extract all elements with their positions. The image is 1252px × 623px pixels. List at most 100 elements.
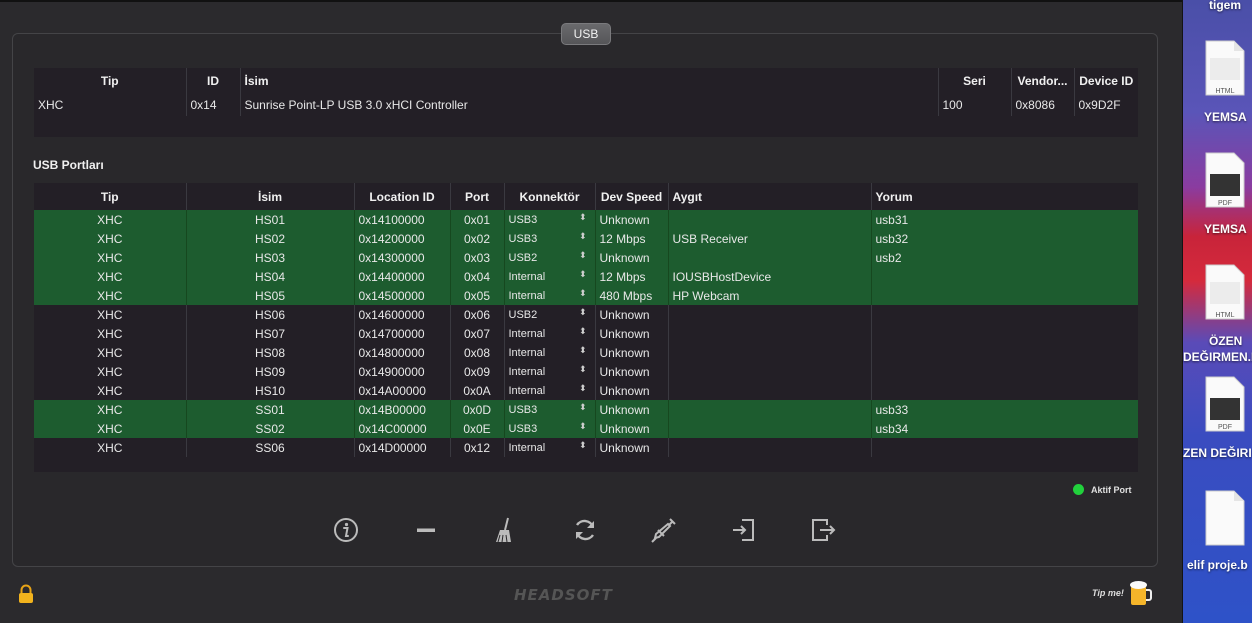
legend: Aktif Port bbox=[1073, 484, 1132, 495]
ports-header-konnektor[interactable]: Konnektör bbox=[504, 183, 596, 210]
port-tip: XHC bbox=[34, 248, 187, 267]
desktop-label[interactable]: YEMSA bbox=[1204, 222, 1247, 236]
port-tip: XHC bbox=[34, 438, 187, 457]
html-file-icon[interactable]: HTML bbox=[1204, 264, 1246, 320]
tab-usb[interactable]: USB bbox=[561, 23, 611, 45]
port-comment[interactable]: usb34 bbox=[871, 419, 1138, 438]
port-connector[interactable]: Internal ⬍ bbox=[504, 324, 596, 343]
popup-arrows-icon[interactable]: ⬍ bbox=[579, 269, 587, 280]
port-row[interactable]: XHC HS06 0x14600000 0x06 USB2 ⬍ Unknown bbox=[34, 305, 1138, 324]
popup-arrows-icon[interactable]: ⬍ bbox=[579, 307, 587, 318]
port-row[interactable]: XHC HS05 0x14500000 0x05 Internal ⬍ 480 Mbps HP… bbox=[34, 286, 1138, 305]
ports-header-location-id[interactable]: Location ID bbox=[354, 183, 451, 210]
column-header-device-id[interactable]: Device ID bbox=[1074, 68, 1138, 94]
controller-row[interactable]: XHC 0x14 Sunrise Point-LP USB 3.0 xHCI C… bbox=[34, 94, 1138, 116]
port-connector[interactable]: Internal ⬍ bbox=[504, 438, 596, 457]
port-number: 0x09 bbox=[450, 362, 505, 381]
refresh-button[interactable] bbox=[571, 516, 599, 544]
port-comment[interactable] bbox=[871, 267, 1138, 286]
port-location-id: 0x14400000 bbox=[354, 267, 451, 286]
desktop-label[interactable]: ZEN DEĞIRI bbox=[1183, 446, 1252, 460]
port-device bbox=[668, 305, 872, 324]
port-connector[interactable]: Internal ⬍ bbox=[504, 286, 596, 305]
export-button[interactable] bbox=[809, 516, 837, 544]
remove-button[interactable] bbox=[412, 516, 440, 544]
port-connector[interactable]: USB3 ⬍ bbox=[504, 210, 596, 229]
pdf-file-icon[interactable]: PDF bbox=[1204, 152, 1246, 208]
popup-arrows-icon[interactable]: ⬍ bbox=[579, 402, 587, 413]
popup-arrows-icon[interactable]: ⬍ bbox=[579, 383, 587, 394]
popup-arrows-icon[interactable]: ⬍ bbox=[579, 231, 587, 242]
desktop-label[interactable]: ÖZEN bbox=[1209, 334, 1242, 348]
port-comment[interactable] bbox=[871, 438, 1138, 457]
port-row[interactable]: XHC HS09 0x14900000 0x09 Internal ⬍ Unknown bbox=[34, 362, 1138, 381]
port-row[interactable]: XHC HS01 0x14100000 0x01 USB3 ⬍ Unknown usb31 bbox=[34, 210, 1138, 229]
port-comment[interactable]: usb31 bbox=[871, 210, 1138, 229]
port-comment[interactable]: usb2 bbox=[871, 248, 1138, 267]
port-tip: XHC bbox=[34, 343, 187, 362]
port-connector[interactable]: USB2 ⬍ bbox=[504, 248, 596, 267]
ports-header-tip[interactable]: Tip bbox=[34, 183, 187, 210]
port-row[interactable]: XHC HS04 0x14400000 0x04 Internal ⬍ 12 Mbps IOU… bbox=[34, 267, 1138, 286]
tip-me-label[interactable]: Tip me! bbox=[1092, 588, 1124, 598]
ports-header-dev-speed[interactable]: Dev Speed bbox=[595, 183, 669, 210]
port-row[interactable]: XHC SS06 0x14D00000 0x12 Internal ⬍ Unknown bbox=[34, 438, 1138, 457]
popup-arrows-icon[interactable]: ⬍ bbox=[579, 288, 587, 299]
port-comment[interactable]: usb33 bbox=[871, 400, 1138, 419]
port-connector[interactable]: USB3 ⬍ bbox=[504, 229, 596, 248]
column-header-isim[interactable]: İsim bbox=[240, 68, 939, 94]
port-row[interactable]: XHC HS07 0x14700000 0x07 Internal ⬍ Unknown bbox=[34, 324, 1138, 343]
popup-arrows-icon[interactable]: ⬍ bbox=[579, 326, 587, 337]
beer-icon[interactable] bbox=[1128, 579, 1154, 607]
port-row[interactable]: XHC HS03 0x14300000 0x03 USB2 ⬍ Unknown usb2 bbox=[34, 248, 1138, 267]
port-row[interactable]: XHC SS01 0x14B00000 0x0D USB3 ⬍ Unknown usb33 bbox=[34, 400, 1138, 419]
connector-value: Internal bbox=[508, 441, 546, 454]
port-comment[interactable] bbox=[871, 381, 1138, 400]
popup-arrows-icon[interactable]: ⬍ bbox=[579, 212, 587, 223]
ports-header-port[interactable]: Port bbox=[450, 183, 505, 210]
port-connector[interactable]: Internal ⬍ bbox=[504, 267, 596, 286]
port-comment[interactable] bbox=[871, 324, 1138, 343]
port-comment[interactable] bbox=[871, 343, 1138, 362]
desktop-label[interactable]: elif proje.b bbox=[1187, 558, 1248, 572]
import-button[interactable] bbox=[730, 516, 758, 544]
port-comment[interactable] bbox=[871, 286, 1138, 305]
clear-button[interactable] bbox=[491, 516, 519, 544]
port-comment[interactable] bbox=[871, 362, 1138, 381]
port-row[interactable]: XHC HS08 0x14800000 0x08 Internal ⬍ Unknown bbox=[34, 343, 1138, 362]
port-comment[interactable]: usb32 bbox=[871, 229, 1138, 248]
popup-arrows-icon[interactable]: ⬍ bbox=[579, 364, 587, 375]
column-header-seri[interactable]: Seri bbox=[938, 68, 1012, 94]
popup-arrows-icon[interactable]: ⬍ bbox=[579, 345, 587, 356]
port-connector[interactable]: USB3 ⬍ bbox=[504, 419, 596, 438]
column-header-id[interactable]: ID bbox=[186, 68, 241, 94]
port-connector[interactable]: USB2 ⬍ bbox=[504, 305, 596, 324]
port-connector[interactable]: Internal ⬍ bbox=[504, 362, 596, 381]
desktop-label[interactable]: YEMSA bbox=[1204, 110, 1247, 124]
ports-header-aygit[interactable]: Aygıt bbox=[668, 183, 872, 210]
ports-header-yorum[interactable]: Yorum bbox=[871, 183, 1138, 210]
document-file-icon[interactable] bbox=[1204, 490, 1246, 546]
pdf-file-icon[interactable]: PDF bbox=[1204, 376, 1246, 432]
popup-arrows-icon[interactable]: ⬍ bbox=[579, 440, 587, 451]
popup-arrows-icon[interactable]: ⬍ bbox=[579, 421, 587, 432]
port-connector[interactable]: Internal ⬍ bbox=[504, 343, 596, 362]
html-file-icon[interactable]: HTML bbox=[1204, 40, 1246, 96]
desktop-label[interactable]: tigem bbox=[1209, 0, 1241, 12]
info-button[interactable] bbox=[332, 516, 360, 544]
port-row[interactable]: XHC HS02 0x14200000 0x02 USB3 ⬍ 12 Mbps USB Rec… bbox=[34, 229, 1138, 248]
column-header-tip[interactable]: Tip bbox=[34, 68, 187, 94]
lock-icon[interactable] bbox=[17, 584, 35, 604]
ports-header-isim[interactable]: İsim bbox=[186, 183, 355, 210]
popup-arrows-icon[interactable]: ⬍ bbox=[579, 250, 587, 261]
column-header-vendor[interactable]: Vendor... bbox=[1011, 68, 1075, 94]
inject-button[interactable] bbox=[650, 516, 678, 544]
controller-device-id: 0x9D2F bbox=[1078, 98, 1121, 112]
port-comment[interactable] bbox=[871, 305, 1138, 324]
port-row[interactable]: XHC HS10 0x14A00000 0x0A Internal ⬍ Unknown bbox=[34, 381, 1138, 400]
port-connector[interactable]: USB3 ⬍ bbox=[504, 400, 596, 419]
port-row[interactable]: XHC SS02 0x14C00000 0x0E USB3 ⬍ Unknown usb34 bbox=[34, 419, 1138, 438]
port-name: HS02 bbox=[186, 229, 355, 248]
desktop-label[interactable]: DEĞIRMEN.H bbox=[1183, 350, 1252, 364]
port-connector[interactable]: Internal ⬍ bbox=[504, 381, 596, 400]
